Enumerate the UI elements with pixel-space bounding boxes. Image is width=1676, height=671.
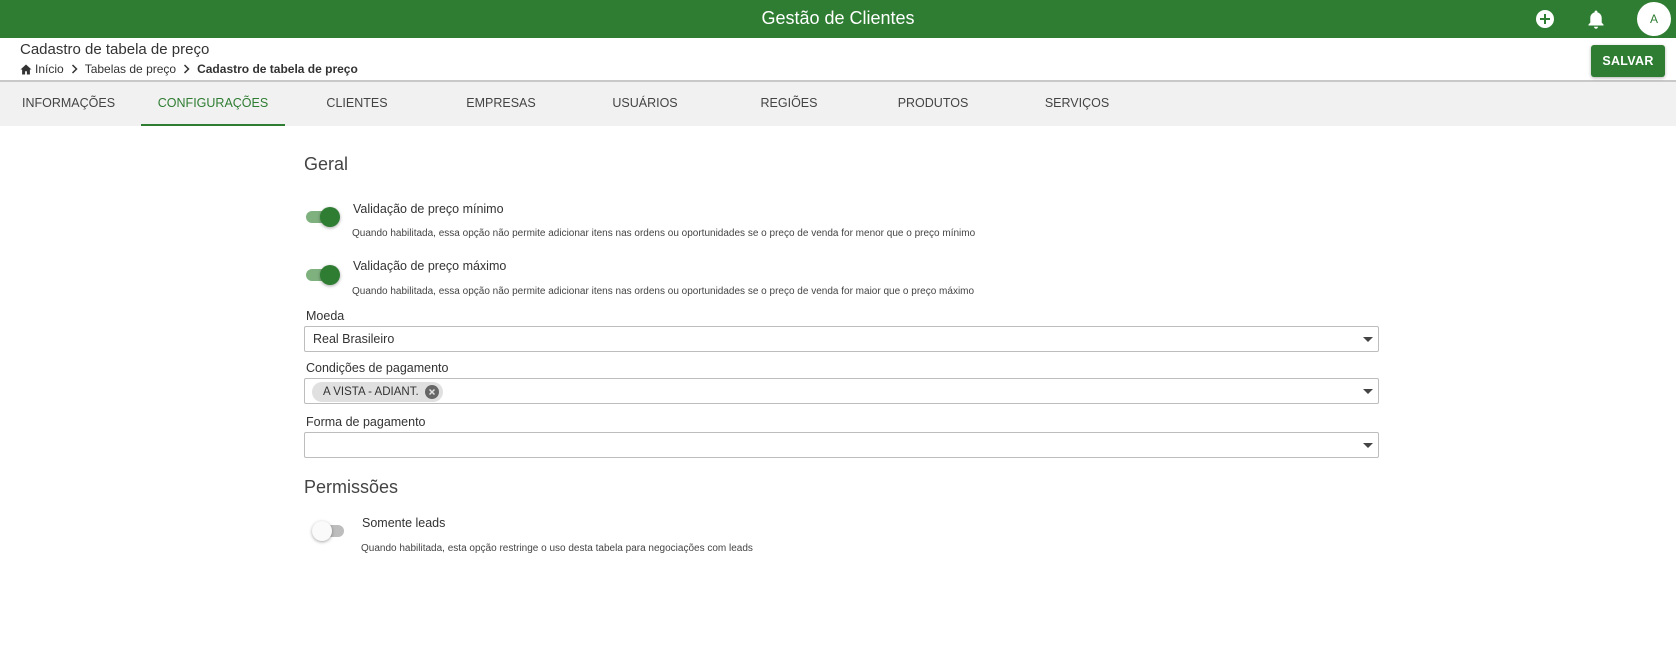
dropdown-caret-icon <box>1363 443 1373 448</box>
tab-usuarios[interactable]: USUÁRIOS <box>573 82 717 126</box>
page-title: Cadastro de tabela de preço <box>20 41 210 58</box>
payment-conditions-label: Condições de pagamento <box>306 361 449 375</box>
dropdown-caret-icon <box>1363 389 1373 394</box>
tab-clientes[interactable]: CLIENTES <box>285 82 429 126</box>
tab-regioes[interactable]: REGIÕES <box>717 82 861 126</box>
tab-empresas[interactable]: EMPRESAS <box>429 82 573 126</box>
save-button[interactable]: SALVAR <box>1591 45 1665 77</box>
tab-configuracoes[interactable]: CONFIGURAÇÕES <box>141 82 285 126</box>
close-icon[interactable] <box>424 385 439 399</box>
max-price-validation-description: Quando habilitada, essa opção não permit… <box>352 286 975 297</box>
payment-condition-chip: A VISTA - ADIANT. <box>312 382 443 402</box>
tab-bar: INFORMAÇÕES CONFIGURAÇÕES CLIENTES EMPRE… <box>0 82 1676 126</box>
tab-informacoes[interactable]: INFORMAÇÕES <box>0 82 137 126</box>
chevron-right-icon <box>183 64 190 74</box>
add-circle-icon[interactable] <box>1532 6 1558 32</box>
breadcrumb-price-tables[interactable]: Tabelas de preço <box>85 62 176 76</box>
max-price-validation-toggle[interactable] <box>304 265 340 285</box>
tab-produtos[interactable]: PRODUTOS <box>861 82 1005 126</box>
leads-only-description: Quando habilitada, esta opção restringe … <box>361 543 753 554</box>
chevron-right-icon <box>71 64 78 74</box>
breadcrumb-current: Cadastro de tabela de preço <box>197 62 358 76</box>
payment-method-select[interactable] <box>304 432 1379 458</box>
min-price-validation-label: Validação de preço mínimo <box>353 202 504 216</box>
dropdown-caret-icon <box>1363 337 1373 342</box>
tab-servicos[interactable]: SERVIÇOS <box>1005 82 1149 126</box>
currency-value: Real Brasileiro <box>313 332 395 346</box>
currency-label: Moeda <box>306 309 345 323</box>
user-avatar[interactable]: A <box>1637 2 1671 36</box>
max-price-validation-label: Validação de preço máximo <box>353 259 507 273</box>
chip-label: A VISTA - ADIANT. <box>323 386 419 398</box>
bell-icon[interactable] <box>1583 6 1609 32</box>
home-icon <box>20 64 32 75</box>
payment-conditions-select[interactable]: A VISTA - ADIANT. <box>304 378 1379 404</box>
section-title-permissoes: Permissões <box>304 477 399 497</box>
leads-only-label: Somente leads <box>362 516 446 530</box>
section-title-geral: Geral <box>304 154 349 174</box>
min-price-validation-description: Quando habilitada, essa opção não permit… <box>352 228 976 239</box>
currency-select[interactable]: Real Brasileiro <box>304 326 1379 352</box>
top-app-bar: Gestão de Clientes A <box>0 0 1676 38</box>
app-title: Gestão de Clientes <box>761 8 915 28</box>
breadcrumb: Início Tabelas de preço Cadastro de tabe… <box>20 62 358 76</box>
payment-method-label: Forma de pagamento <box>306 415 426 429</box>
page-header: Cadastro de tabela de preço Início Tabel… <box>0 38 1676 82</box>
breadcrumb-home[interactable]: Início <box>35 62 64 76</box>
min-price-validation-toggle[interactable] <box>304 207 340 227</box>
leads-only-toggle[interactable] <box>312 521 348 541</box>
